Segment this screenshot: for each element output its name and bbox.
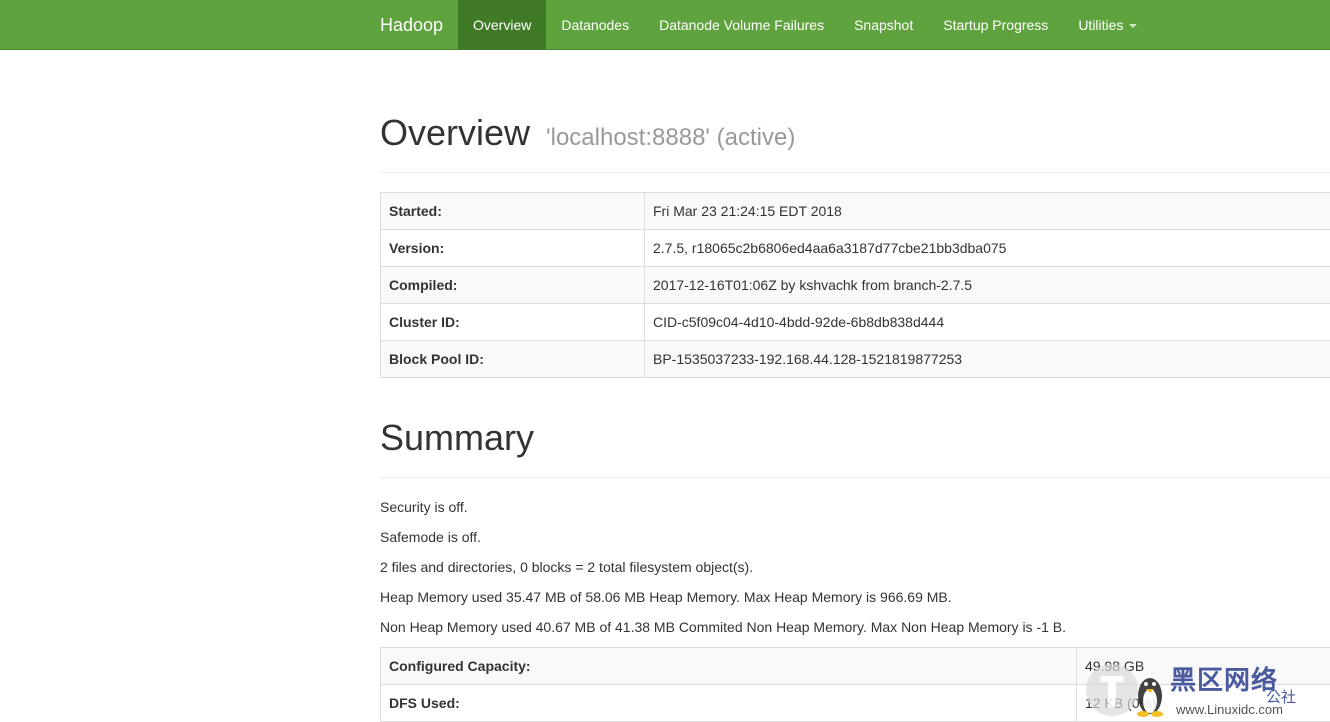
table-row: Version: 2.7.5, r18065c2b6806ed4aa6a3187… <box>380 229 1330 267</box>
overview-title: Overview 'localhost:8888' (active) <box>380 112 795 154</box>
summary-line-non-heap-memory: Non Heap Memory used 40.67 MB of 41.38 M… <box>380 619 1067 635</box>
top-navbar: Hadoop Overview Datanodes Datanode Volum… <box>0 0 1330 50</box>
nav-item-datanodes[interactable]: Datanodes <box>546 0 644 50</box>
summary-line-heap-memory: Heap Memory used 35.47 MB of 58.06 MB He… <box>380 589 952 605</box>
table-row: Block Pool ID: BP-1535037233-192.168.44.… <box>380 340 1330 378</box>
nav-item-snapshot[interactable]: Snapshot <box>839 0 928 50</box>
summary-line-filesystem-objects: 2 files and directories, 0 blocks = 2 to… <box>380 559 754 575</box>
row-label-compiled: Compiled: <box>380 266 645 304</box>
table-row: Compiled: 2017-12-16T01:06Z by kshvachk … <box>380 266 1330 304</box>
overview-table: Started: Fri Mar 23 21:24:15 EDT 2018 Ve… <box>380 192 1330 378</box>
watermark-url: www.Linuxidc.com <box>1176 702 1283 717</box>
row-label-version: Version: <box>380 229 645 267</box>
row-value-compiled: 2017-12-16T01:06Z by kshvachk from branc… <box>644 266 1330 304</box>
overview-subtitle: 'localhost:8888' (active) <box>546 124 796 151</box>
utilities-label: Utilities <box>1078 17 1124 33</box>
penguin-icon <box>1086 664 1163 717</box>
watermark-title: 黑区网络 <box>1170 665 1279 695</box>
summary-line-safemode: Safemode is off. <box>380 529 481 545</box>
row-label-dfs-used: DFS Used: <box>380 684 1077 722</box>
nav-item-utilities[interactable]: Utilities <box>1063 0 1152 50</box>
row-value-block-pool-id: BP-1535037233-192.168.44.128-15218198772… <box>644 340 1330 378</box>
row-label-started: Started: <box>380 192 645 230</box>
row-value-version: 2.7.5, r18065c2b6806ed4aa6a3187d77cbe21b… <box>644 229 1330 267</box>
site-watermark: 黑区网络 公社 www.Linuxidc.com <box>1086 660 1322 720</box>
summary-header: Summary <box>380 405 1330 478</box>
summary-line-security: Security is off. <box>380 499 468 515</box>
nav-menu: Overview Datanodes Datanode Volume Failu… <box>458 0 1152 50</box>
brand-logo[interactable]: Hadoop <box>380 0 443 50</box>
overview-title-text: Overview <box>380 112 531 153</box>
overview-header: Overview 'localhost:8888' (active) <box>380 100 1330 173</box>
table-row: Cluster ID: CID-c5f09c04-4d10-4bdd-92de-… <box>380 303 1330 341</box>
row-value-started: Fri Mar 23 21:24:15 EDT 2018 <box>644 192 1330 230</box>
row-label-cluster-id: Cluster ID: <box>380 303 645 341</box>
row-value-cluster-id: CID-c5f09c04-4d10-4bdd-92de-6b8db838d444 <box>644 303 1330 341</box>
nav-item-startup-progress[interactable]: Startup Progress <box>928 0 1063 50</box>
row-label-block-pool-id: Block Pool ID: <box>380 340 645 378</box>
summary-title: Summary <box>380 417 535 458</box>
table-row: Started: Fri Mar 23 21:24:15 EDT 2018 <box>380 192 1330 230</box>
row-label-configured-capacity: Configured Capacity: <box>380 647 1077 685</box>
nav-item-datanode-volume-failures[interactable]: Datanode Volume Failures <box>644 0 839 50</box>
nav-item-overview[interactable]: Overview <box>458 0 547 50</box>
caret-down-icon <box>1129 24 1138 29</box>
